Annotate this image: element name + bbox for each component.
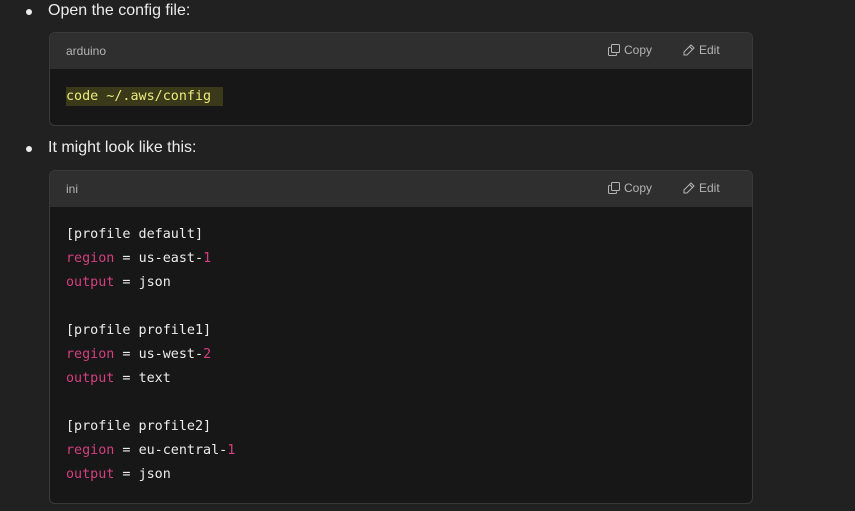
ini-key: output xyxy=(66,275,115,290)
ini-value: json xyxy=(138,275,171,290)
ini-section-header: [profile profile1] xyxy=(66,323,212,338)
ini-section-header: [profile profile2] xyxy=(66,419,212,434)
ini-region-line: region = eu-central-1 xyxy=(66,439,752,463)
ini-output-line: output = json xyxy=(66,463,752,487)
bullet-dot xyxy=(26,146,32,152)
copy-label: Copy xyxy=(624,43,653,57)
ini-number: 1 xyxy=(203,251,212,266)
ini-key: region xyxy=(66,347,115,362)
ini-equals: = xyxy=(114,347,139,362)
pencil-icon xyxy=(683,44,695,56)
ini-value: us-east- xyxy=(138,251,204,266)
ini-output-line: output = text xyxy=(66,367,752,391)
code-header: ini Copy Edit xyxy=(50,171,752,207)
edit-label: Edit xyxy=(699,43,720,57)
ini-value: text xyxy=(138,371,171,386)
code-block: arduino Copy Edit code ~/.aws/config xyxy=(49,32,753,126)
ini-equals: = xyxy=(114,275,139,290)
code-language-label: ini xyxy=(66,182,79,196)
ini-key: region xyxy=(66,251,115,266)
bullet-dot xyxy=(26,9,32,15)
edit-button[interactable]: Edit xyxy=(683,181,720,195)
copy-button[interactable]: Copy xyxy=(608,181,652,195)
ini-value: json xyxy=(138,467,171,482)
ini-equals: = xyxy=(114,443,139,458)
copy-icon xyxy=(608,182,620,194)
code-line: code ~/.aws/config xyxy=(66,85,752,109)
ini-value: us-west- xyxy=(138,347,204,362)
code-body: code ~/.aws/config xyxy=(50,69,752,109)
ini-number: 2 xyxy=(203,347,212,362)
ini-key: output xyxy=(66,371,115,386)
code-block: ini Copy Edit [profile default] region =… xyxy=(49,170,753,504)
copy-button[interactable]: Copy xyxy=(608,43,652,57)
ini-output-line: output = json xyxy=(66,271,752,295)
bullet-text: It might look like this: xyxy=(48,139,197,156)
ini-number: 1 xyxy=(227,443,236,458)
bullet-text: Open the config file: xyxy=(48,2,191,19)
code-body: [profile default] region = us-east-1 out… xyxy=(50,207,752,487)
ini-region-line: region = us-west-2 xyxy=(66,343,752,367)
ini-region-line: region = us-east-1 xyxy=(66,247,752,271)
ini-section-header: [profile default] xyxy=(66,227,204,242)
ini-equals: = xyxy=(114,467,139,482)
ini-key: output xyxy=(66,467,115,482)
command-text: code ~/.aws/config xyxy=(66,87,224,106)
copy-label: Copy xyxy=(624,181,653,195)
ini-equals: = xyxy=(114,371,139,386)
ini-key: region xyxy=(66,443,115,458)
edit-label: Edit xyxy=(699,181,720,195)
copy-icon xyxy=(608,44,620,56)
ini-value: eu-central- xyxy=(138,443,228,458)
code-language-label: arduino xyxy=(66,44,107,58)
ini-equals: = xyxy=(114,251,139,266)
pencil-icon xyxy=(683,182,695,194)
code-header: arduino Copy Edit xyxy=(50,33,752,69)
edit-button[interactable]: Edit xyxy=(683,43,720,57)
